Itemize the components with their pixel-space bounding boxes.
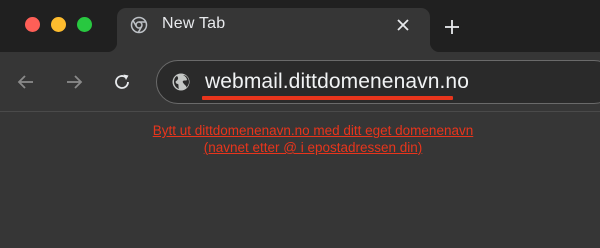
instruction-note: Bytt ut dittdomenenavn.no med ditt eget …: [0, 122, 600, 156]
instruction-line-1: Bytt ut dittdomenenavn.no med ditt eget …: [152, 123, 474, 138]
reload-icon[interactable]: [110, 70, 134, 94]
tab-strip: New Tab: [0, 0, 600, 52]
url-highlight-underline: [202, 96, 453, 100]
chrome-icon: [130, 16, 148, 34]
instruction-line-2: (navnet etter @ i epostadressen din): [203, 140, 423, 155]
arrow-right-icon[interactable]: [62, 70, 86, 94]
plus-icon[interactable]: [440, 15, 464, 39]
tab-new-tab[interactable]: New Tab: [107, 8, 440, 52]
browser-window: New Tab webmail.dittdomenenavn.no Bytt u…: [0, 0, 600, 248]
globe-icon: [172, 73, 190, 91]
url-text[interactable]: webmail.dittdomenenavn.no: [205, 70, 469, 94]
tab-title: New Tab: [162, 15, 226, 32]
close-window-button[interactable]: [25, 17, 40, 32]
close-icon[interactable]: [394, 16, 412, 34]
zoom-window-button[interactable]: [77, 17, 92, 32]
browser-toolbar: webmail.dittdomenenavn.no: [0, 52, 600, 112]
arrow-left-icon[interactable]: [14, 70, 38, 94]
minimize-window-button[interactable]: [51, 17, 66, 32]
